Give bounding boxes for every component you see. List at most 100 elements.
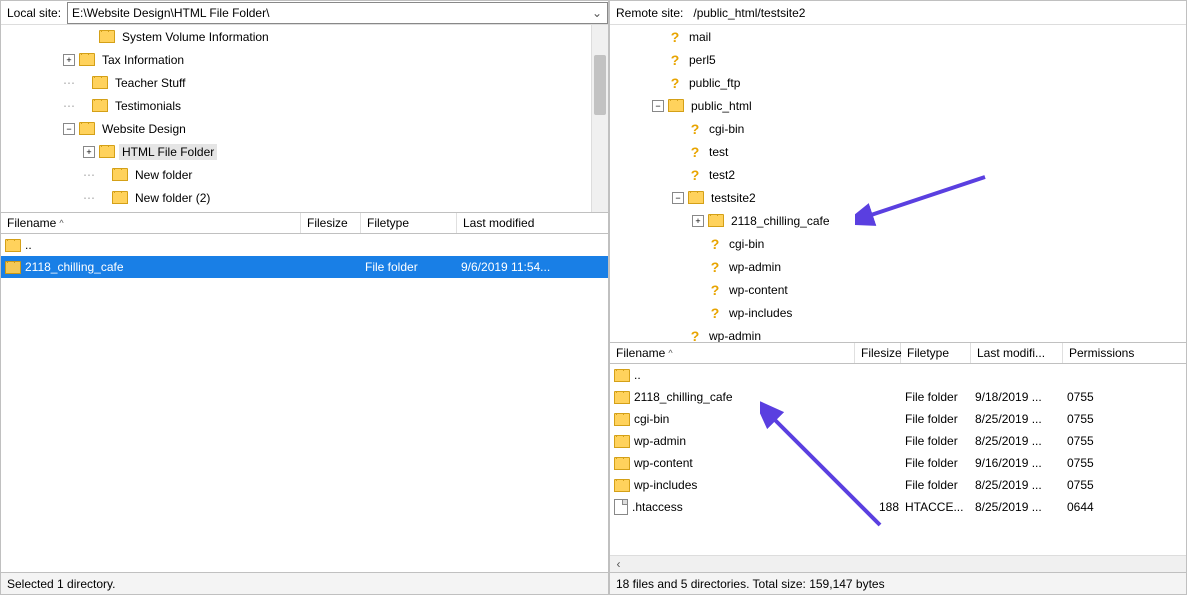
tree-row[interactable]: ?wp-admin [610, 324, 1186, 342]
folder-icon [708, 214, 724, 227]
list-item-type: File folder [905, 390, 975, 404]
list-row[interactable]: cgi-binFile folder8/25/2019 ...0755 [610, 408, 1186, 430]
list-item-name: .. [25, 238, 32, 252]
local-pane: Local site: E:\Website Design\HTML File … [0, 0, 609, 595]
list-item-name: wp-admin [634, 434, 686, 448]
folder-icon [614, 457, 630, 470]
local-list-header[interactable]: Filename^ Filesize Filetype Last modifie… [1, 212, 608, 234]
tree-spacer [692, 238, 704, 250]
tree-item-label: public_ftp [686, 75, 743, 91]
col-filetype[interactable]: Filetype [901, 343, 971, 363]
list-row[interactable]: wp-adminFile folder8/25/2019 ...0755 [610, 430, 1186, 452]
list-row[interactable]: wp-includesFile folder8/25/2019 ...0755 [610, 474, 1186, 496]
tree-row[interactable]: −Website Design [1, 117, 608, 140]
list-item-permissions: 0755 [1067, 390, 1157, 404]
tree-item-label: 2118_chilling_cafe [728, 213, 833, 229]
tree-row[interactable]: + Tax Information [1, 48, 608, 71]
tree-row[interactable]: −testsite2 [610, 186, 1186, 209]
tree-item-label: wp-admin [726, 259, 784, 275]
list-row[interactable]: .htaccess188HTACCE...8/25/2019 ...0644 [610, 496, 1186, 518]
list-row[interactable]: wp-contentFile folder9/16/2019 ...0755 [610, 452, 1186, 474]
tree-row[interactable]: ⋯Testimonials [1, 94, 608, 117]
remote-path-input[interactable]: /public_html/testsite2 [689, 2, 1186, 24]
local-path-value: E:\Website Design\HTML File Folder\ [72, 6, 269, 20]
tree-spacer [692, 307, 704, 319]
expand-icon[interactable]: + [83, 146, 95, 158]
tree-row[interactable]: ?test2 [610, 163, 1186, 186]
tree-row[interactable]: ⋯Teacher Stuff [1, 71, 608, 94]
list-item-name: .htaccess [632, 500, 683, 514]
expand-icon[interactable]: + [63, 54, 75, 66]
tree-row[interactable]: +2118_chilling_cafe [610, 209, 1186, 232]
tree-spacer [76, 77, 88, 89]
col-permissions[interactable]: Permissions [1063, 343, 1186, 363]
folder-icon [112, 191, 128, 204]
expand-icon[interactable]: + [692, 215, 704, 227]
collapse-icon[interactable]: − [652, 100, 664, 112]
tree-item-label: mail [686, 29, 714, 45]
remote-list[interactable]: ..2118_chilling_cafeFile folder9/18/2019… [610, 364, 1186, 555]
col-filetype[interactable]: Filetype [361, 213, 457, 233]
col-filesize[interactable]: Filesize [855, 343, 901, 363]
folder-icon [92, 76, 108, 89]
tree-row[interactable]: ?cgi-bin [610, 232, 1186, 255]
col-lastmod[interactable]: Last modifi... [971, 343, 1063, 363]
tree-item-label: Tax Information [99, 52, 187, 68]
list-item-permissions: 0644 [1067, 500, 1157, 514]
tree-item-label: System Volume Information [119, 29, 272, 45]
list-item-name: wp-includes [634, 478, 697, 492]
tree-item-label: wp-includes [726, 305, 795, 321]
list-row[interactable]: .. [610, 364, 1186, 386]
local-tree-scrollbar[interactable] [591, 25, 608, 212]
list-row[interactable]: 2118_chilling_cafeFile folder9/18/2019 .… [610, 386, 1186, 408]
list-item-size: 188 [859, 500, 905, 514]
col-lastmod[interactable]: Last modified [457, 213, 608, 233]
tree-item-label: cgi-bin [726, 236, 767, 252]
remote-tree[interactable]: ?mail?perl5?public_ftp−public_html?cgi-b… [610, 25, 1186, 342]
tree-spacer [76, 100, 88, 112]
collapse-icon[interactable]: − [672, 192, 684, 204]
tree-row[interactable]: ?mail [610, 25, 1186, 48]
list-item-type: File folder [905, 434, 975, 448]
question-icon: ? [688, 122, 702, 136]
tree-row[interactable]: ?wp-includes [610, 301, 1186, 324]
tree-row[interactable]: ⋯New folder [1, 163, 608, 186]
local-path-input[interactable]: E:\Website Design\HTML File Folder\ ⌄ [67, 2, 608, 24]
collapse-icon[interactable]: − [63, 123, 75, 135]
list-item-permissions: 0755 [1067, 456, 1157, 470]
remote-list-header[interactable]: Filename^ Filesize Filetype Last modifi.… [610, 342, 1186, 364]
folder-icon [614, 413, 630, 426]
local-path-row: Local site: E:\Website Design\HTML File … [1, 1, 608, 25]
tree-row[interactable]: ?public_ftp [610, 71, 1186, 94]
tree-row[interactable]: ?perl5 [610, 48, 1186, 71]
list-row[interactable]: .. [1, 234, 608, 256]
list-item-modified: 8/25/2019 ... [975, 500, 1067, 514]
col-filesize[interactable]: Filesize [301, 213, 361, 233]
folder-icon [614, 391, 630, 404]
question-icon: ? [708, 260, 722, 274]
tree-item-label: New folder (2) [132, 190, 213, 206]
tree-row[interactable]: ?test [610, 140, 1186, 163]
list-item-modified: 8/25/2019 ... [975, 412, 1067, 426]
list-item-modified: 9/18/2019 ... [975, 390, 1067, 404]
tree-row[interactable]: ?cgi-bin [610, 117, 1186, 140]
scroll-left-icon[interactable]: ‹ [610, 557, 627, 572]
col-filename[interactable]: Filename^ [610, 343, 855, 363]
col-filename[interactable]: Filename^ [1, 213, 301, 233]
remote-hscroll[interactable]: ‹ [610, 555, 1186, 572]
tree-item-label: wp-admin [706, 328, 764, 343]
folder-icon [5, 261, 21, 274]
tree-row[interactable]: ⋯New folder (2) [1, 186, 608, 209]
remote-status-bar: 18 files and 5 directories. Total size: … [610, 572, 1186, 594]
folder-icon [92, 99, 108, 112]
local-list[interactable]: .. 2118_chilling_cafeFile folder9/6/2019 … [1, 234, 608, 572]
sort-caret-icon: ^ [668, 348, 672, 358]
list-row[interactable]: 2118_chilling_cafeFile folder9/6/2019 11… [1, 256, 608, 278]
tree-row[interactable]: ? wp-admin [610, 255, 1186, 278]
tree-row[interactable]: System Volume Information [1, 25, 608, 48]
local-tree[interactable]: System Volume Information + Tax Informatio… [1, 25, 608, 212]
chevron-down-icon[interactable]: ⌄ [589, 5, 605, 21]
tree-row[interactable]: +HTML File Folder [1, 140, 608, 163]
tree-row[interactable]: ?wp-content [610, 278, 1186, 301]
tree-row[interactable]: −public_html [610, 94, 1186, 117]
